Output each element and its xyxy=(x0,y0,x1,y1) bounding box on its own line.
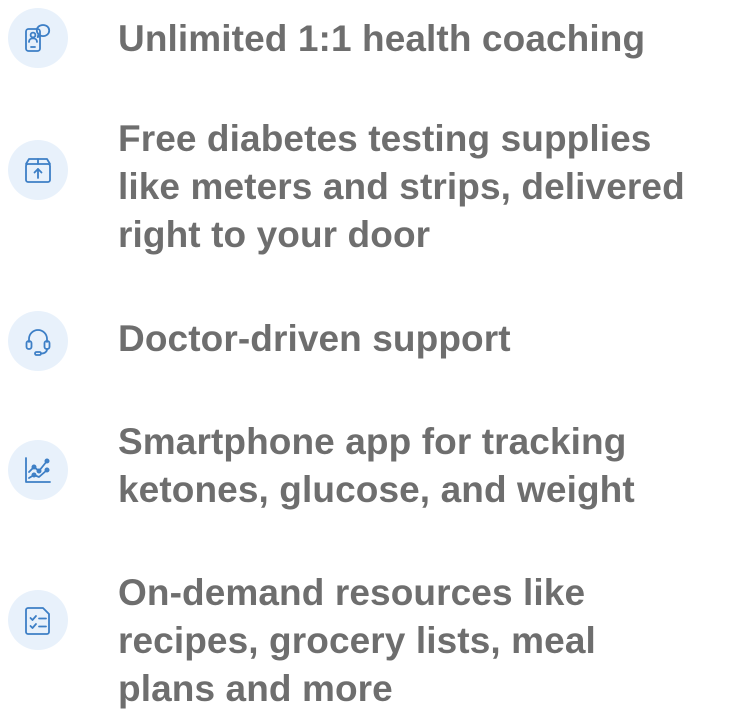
feature-text-line: Smartphone app for tracking xyxy=(118,421,627,462)
headset-icon xyxy=(8,311,68,371)
feature-text-line: ketones, glucose, and weight xyxy=(118,469,635,510)
feature-text-line: On-demand resources like xyxy=(118,572,586,613)
feature-text-line: recipes, grocery lists, meal xyxy=(118,620,596,661)
feature-text: On-demand resources like recipes, grocer… xyxy=(118,569,744,713)
phone-chat-icon xyxy=(8,8,68,68)
feature-text: Smartphone app for tracking ketones, glu… xyxy=(118,418,744,514)
box-delivery-icon xyxy=(8,140,68,200)
feature-text: Unlimited 1:1 health coaching xyxy=(118,15,744,63)
feature-list: Unlimited 1:1 health coaching Free diabe… xyxy=(0,0,744,712)
feature-text: Doctor-driven support xyxy=(118,315,744,363)
feature-text-line: Doctor-driven support xyxy=(118,318,511,359)
feature-text-line: right to your door xyxy=(118,214,431,255)
feature-text-line: like meters and strips, delivered xyxy=(118,166,685,207)
feature-text-line: Free diabetes testing supplies xyxy=(118,118,652,159)
feature-text-line: Unlimited 1:1 health coaching xyxy=(118,18,646,59)
feature-text-line: plans and more xyxy=(118,668,393,709)
feature-text: Free diabetes testing supplies like mete… xyxy=(118,115,744,259)
checklist-document-icon xyxy=(8,590,68,650)
chart-tracking-icon xyxy=(8,440,68,500)
